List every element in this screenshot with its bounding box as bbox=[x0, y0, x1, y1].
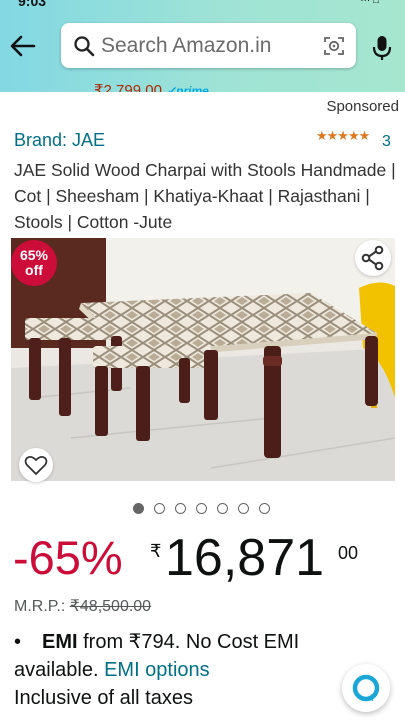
back-button[interactable] bbox=[8, 32, 38, 60]
app-header: 9:03 ··· □ Search Amazon.in ₹2,799.00 ✓p… bbox=[0, 0, 405, 92]
voice-search-button[interactable] bbox=[370, 34, 394, 62]
rating-stars[interactable]: ★★★★★ bbox=[316, 128, 370, 144]
tax-note: Inclusive of all taxes bbox=[14, 687, 193, 709]
share-button[interactable] bbox=[355, 240, 391, 276]
emi-bullet: • bbox=[14, 631, 22, 653]
price-fraction: 00 bbox=[338, 543, 359, 563]
heart-icon bbox=[24, 455, 48, 475]
carousel-dot[interactable] bbox=[259, 503, 270, 514]
product-title: JAE Solid Wood Charpai with Stools Handm… bbox=[14, 160, 396, 232]
search-placeholder: Search Amazon.in bbox=[101, 34, 272, 57]
camera-lens-icon[interactable] bbox=[322, 34, 346, 58]
price-whole: 16,871 bbox=[165, 529, 325, 587]
carousel-dot[interactable] bbox=[175, 503, 186, 514]
carousel-dot[interactable] bbox=[217, 503, 228, 514]
status-bar: 9:03 ··· □ bbox=[0, 0, 405, 10]
mrp-value: ₹48,500.00 bbox=[69, 598, 152, 615]
microphone-icon bbox=[372, 36, 392, 60]
status-time: 9:03 bbox=[18, 0, 47, 9]
promo-price: ₹2,799.00 bbox=[94, 83, 162, 92]
arrow-left-icon bbox=[10, 35, 36, 57]
brand-link[interactable]: Brand: JAE bbox=[14, 130, 105, 151]
status-icons: ··· □ bbox=[360, 0, 379, 6]
carousel-dot[interactable] bbox=[238, 503, 249, 514]
emi-label: EMI bbox=[42, 631, 78, 653]
share-icon bbox=[361, 245, 384, 271]
carousel-dot[interactable] bbox=[154, 503, 165, 514]
assistant-button[interactable] bbox=[342, 664, 390, 712]
price-currency: ₹ bbox=[150, 541, 162, 561]
emi-info: • EMI from ₹794. No Cost EMI available. E… bbox=[14, 628, 344, 684]
discount-badge-pct: 65% bbox=[19, 247, 49, 263]
search-icon bbox=[74, 36, 95, 57]
promo-strip[interactable]: ₹2,799.00 ✓prime bbox=[70, 83, 270, 92]
sponsored-label[interactable]: Sponsored bbox=[326, 98, 399, 115]
mrp: M.R.P.: ₹48,500.00 bbox=[14, 596, 151, 616]
discount-badge: 65% off bbox=[11, 240, 57, 286]
product-photo bbox=[11, 238, 395, 481]
product-image[interactable] bbox=[11, 238, 395, 481]
assistant-icon bbox=[352, 674, 380, 702]
wishlist-button[interactable] bbox=[19, 448, 53, 482]
mrp-label: M.R.P.: bbox=[14, 598, 70, 615]
carousel-dot[interactable] bbox=[196, 503, 207, 514]
discount-percentage: -65% bbox=[13, 531, 123, 584]
search-input[interactable]: Search Amazon.in bbox=[61, 23, 356, 68]
discount-badge-word: off bbox=[25, 262, 43, 278]
rating-count[interactable]: 3 bbox=[382, 133, 391, 151]
prime-badge: ✓prime bbox=[166, 84, 209, 92]
image-carousel-dots[interactable] bbox=[133, 503, 270, 515]
emi-options-link[interactable]: EMI options bbox=[104, 659, 210, 681]
carousel-dot[interactable] bbox=[133, 503, 144, 514]
